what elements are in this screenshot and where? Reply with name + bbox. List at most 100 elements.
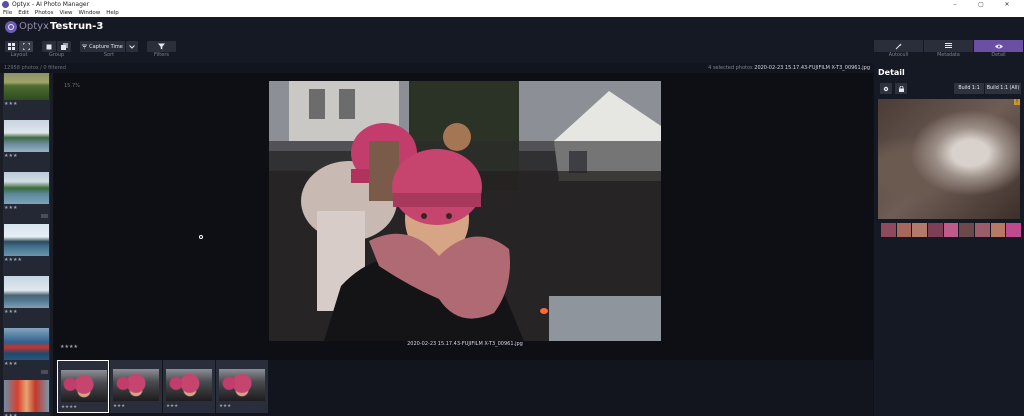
square-icon bbox=[46, 44, 52, 49]
tab-metadata[interactable] bbox=[924, 40, 973, 52]
status-bar: 12958 photos / 0 filtered 4 selected pho… bbox=[0, 63, 874, 73]
toolbar: Capture Time bbox=[0, 37, 1024, 63]
window-titlebar: Optyx - AI Photo Manager – ▢ ✕ bbox=[0, 0, 1024, 9]
photo-count: 12958 photos / 0 filtered bbox=[4, 65, 66, 71]
lock-icon bbox=[898, 85, 904, 92]
build-1to1-all-button[interactable]: Build 1:1 (All) bbox=[985, 83, 1021, 94]
group-stack-button[interactable] bbox=[57, 41, 71, 52]
close-button[interactable]: ✕ bbox=[994, 0, 1020, 9]
list-item[interactable]: ★★★ bbox=[3, 120, 50, 172]
thumbnail-image bbox=[4, 276, 49, 308]
face-crop[interactable] bbox=[896, 223, 912, 237]
expand-icon bbox=[22, 43, 30, 50]
rating-stars: ★★★ bbox=[4, 101, 18, 107]
tab-autocull[interactable] bbox=[874, 40, 923, 52]
filmstrip-item[interactable]: ★★★ bbox=[163, 360, 215, 413]
main-photo[interactable] bbox=[269, 81, 661, 341]
tab-autocull-label: Autocull bbox=[888, 53, 909, 58]
group-label: Group bbox=[48, 52, 65, 58]
rating-stars: ★★★ bbox=[166, 404, 179, 409]
sort-select[interactable]: Capture Time bbox=[80, 41, 125, 52]
face-crops bbox=[881, 223, 1022, 237]
rating-stars: ★★★★ bbox=[61, 405, 78, 410]
face-crop[interactable] bbox=[912, 223, 928, 237]
wand-icon bbox=[895, 43, 902, 49]
lock-button[interactable] bbox=[895, 83, 907, 94]
filmstrip-item[interactable]: ★★★ bbox=[216, 360, 268, 413]
minimize-button[interactable]: – bbox=[942, 0, 968, 9]
rating-stars: ★★★ bbox=[4, 361, 18, 367]
photo-filename: 2020-02-23 15.17.43-FUJIFILM X-T3_00961.… bbox=[407, 341, 523, 347]
menu-help[interactable]: Help bbox=[106, 9, 119, 17]
face-crop[interactable] bbox=[1006, 223, 1022, 237]
face-crop[interactable] bbox=[990, 223, 1006, 237]
warning-icon[interactable]: ! bbox=[1014, 99, 1020, 105]
face-crop[interactable] bbox=[943, 223, 959, 237]
menu-photos[interactable]: Photos bbox=[35, 9, 54, 17]
filters-label: Filters bbox=[154, 52, 169, 58]
sort-label: Sort bbox=[103, 52, 115, 58]
filters-button[interactable] bbox=[147, 41, 176, 52]
filmstrip[interactable]: ★★★★ ★★★ ★★★ ★★★ bbox=[54, 360, 873, 416]
selected-count: 4 selected photos bbox=[708, 65, 753, 71]
window-title: Optyx - AI Photo Manager bbox=[12, 1, 90, 8]
thumbnail-image bbox=[4, 120, 49, 152]
photo-image bbox=[269, 81, 661, 341]
rating-stars: ★★★★ bbox=[4, 257, 22, 263]
menu-view[interactable]: View bbox=[59, 9, 72, 17]
filmstrip-item[interactable]: ★★★ bbox=[110, 360, 162, 413]
thumbnail-image bbox=[166, 369, 212, 401]
detail-title: Detail bbox=[878, 68, 905, 77]
build-1to1-button[interactable]: Build 1:1 bbox=[954, 83, 984, 94]
list-item[interactable]: ★★★★ bbox=[3, 224, 50, 276]
app-header: Optyx › Testrun-3 bbox=[0, 17, 1024, 37]
sort-icon bbox=[82, 44, 88, 49]
left-thumbnail-strip[interactable]: ★★★ ★★★ ★★★ ★★★★ ★★★ ★★★ ★★★ bbox=[0, 73, 53, 416]
selection-info: 4 selected photos 2020-02-23 15.17.43-FU… bbox=[708, 63, 870, 73]
eye-icon bbox=[994, 44, 1003, 48]
thumbnail-image bbox=[4, 328, 49, 360]
menubar: File Edit Photos View Window Help bbox=[0, 9, 1024, 17]
menu-edit[interactable]: Edit bbox=[18, 9, 29, 17]
filmstrip-item[interactable]: ★★★★ bbox=[57, 360, 109, 413]
rating-stars: ★★★ bbox=[4, 153, 18, 159]
tab-detail[interactable] bbox=[974, 40, 1023, 52]
rating-stars: ★★★ bbox=[4, 205, 18, 211]
sort-direction-button[interactable] bbox=[126, 41, 138, 52]
tab-metadata-label: Metadata bbox=[937, 53, 960, 58]
list-item[interactable]: ★★★ bbox=[3, 328, 50, 380]
right-panel: Autocull Metadata Detail Detail Build 1:… bbox=[874, 37, 1024, 416]
face-crop[interactable] bbox=[975, 223, 990, 237]
thumbnail-image bbox=[4, 224, 49, 256]
layout-grid-button[interactable] bbox=[5, 41, 18, 52]
breadcrumb-separator: › bbox=[44, 22, 48, 32]
layout-single-button[interactable] bbox=[19, 41, 33, 52]
group-single-button[interactable] bbox=[42, 41, 56, 52]
viewer-rating-stars[interactable]: ★★★★ bbox=[60, 344, 78, 350]
stack-icon bbox=[60, 43, 68, 50]
list-item[interactable]: ★★★ bbox=[3, 73, 50, 120]
project-title[interactable]: Testrun-3 bbox=[50, 21, 103, 33]
detail-zoom-image[interactable] bbox=[878, 99, 1020, 219]
list-item[interactable]: ★★★ bbox=[3, 276, 50, 328]
selected-file: 2020-02-23 15.17.43-FUJIFILM X-T3_00961.… bbox=[754, 65, 870, 71]
thumbnail-image bbox=[61, 370, 107, 402]
photo-viewer[interactable]: 15.7% 2020-02-23 15.17.43-FUJIFILM X-T3_… bbox=[54, 73, 873, 360]
face-crop[interactable] bbox=[959, 223, 975, 237]
face-crop[interactable] bbox=[928, 223, 943, 237]
tab-detail-label: Detail bbox=[991, 53, 1006, 58]
zoom-level: 15.7% bbox=[64, 83, 80, 89]
gear-icon bbox=[883, 86, 889, 91]
sort-value: Capture Time bbox=[89, 43, 123, 50]
menu-file[interactable]: File bbox=[3, 9, 12, 17]
chevron-down-icon bbox=[129, 44, 135, 49]
settings-button[interactable] bbox=[880, 83, 892, 94]
maximize-button[interactable]: ▢ bbox=[968, 0, 994, 9]
list-item[interactable]: ★★★ bbox=[3, 172, 50, 224]
face-crop[interactable] bbox=[881, 223, 896, 237]
filter-icon bbox=[158, 43, 165, 50]
optyx-logo-icon bbox=[5, 21, 17, 33]
layout-label: Layout bbox=[10, 52, 28, 58]
menu-window[interactable]: Window bbox=[79, 9, 101, 17]
list-item[interactable]: ★★★ bbox=[3, 380, 50, 416]
